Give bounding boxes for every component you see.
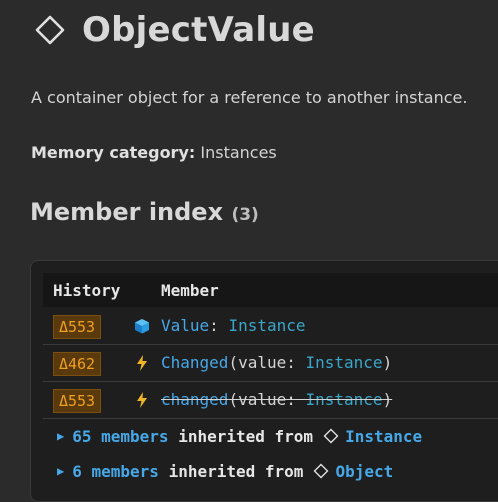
table-header: History Member [43,273,498,307]
event-lightning-icon [137,392,147,408]
class-diamond-icon [35,15,65,45]
member-separator: : [209,316,229,335]
member-index-panel: History Member Δ553 Value: Instance Δ462… [30,260,498,502]
class-diamond-icon [313,463,329,479]
member-index-label: Member index [30,198,224,226]
column-member[interactable]: Member [161,281,219,300]
expand-triangle-icon: ▶ [57,464,65,478]
member-signature-deprecated: changed(value: Instance) [161,390,392,409]
memory-category-label: Memory category: [31,143,196,162]
table-row: Δ553 Value: Instance [43,308,498,345]
inherited-text: inherited from [178,426,314,446]
member-params-close: ) [382,390,393,409]
member-signature: Value: Instance [161,316,306,335]
table-row: Δ462 Changed(value: Instance) [43,345,498,382]
inherited-class-link[interactable]: Instance [345,427,422,446]
property-cube-icon [135,319,149,334]
member-name-link[interactable]: changed [161,390,228,409]
table-row: Δ553 changed(value: Instance) [43,382,498,419]
inherited-class-link[interactable]: Object [335,462,393,481]
inherited-members-toggle[interactable]: ▶ 65 members inherited from Instance [57,424,422,448]
member-count: (3) [231,205,259,225]
member-type-link[interactable]: Instance [306,353,383,372]
inherited-text: inherited from [168,461,304,481]
history-badge[interactable]: Δ553 [53,315,101,339]
member-params-open: (value: [228,353,306,372]
member-index-heading: Member index (3) [30,198,259,226]
memory-category-value: Instances [200,143,277,162]
member-type-link[interactable]: Instance [228,316,305,335]
page-title: ObjectValue [82,10,315,50]
member-name-link[interactable]: Changed [161,353,228,372]
memory-category: Memory category: Instances [31,143,277,162]
column-history[interactable]: History [53,281,120,300]
member-params-close: ) [382,353,393,372]
member-name-link[interactable]: Value [161,316,209,335]
member-params-open: (value: [228,390,306,409]
history-badge[interactable]: Δ553 [53,389,101,413]
class-diamond-icon [323,428,339,444]
class-description: A container object for a reference to an… [31,88,468,107]
member-signature: Changed(value: Instance) [161,353,392,372]
inherited-members-toggle[interactable]: ▶ 6 members inherited from Object [57,459,393,483]
page-header: ObjectValue [34,10,315,50]
history-badge[interactable]: Δ462 [53,352,101,376]
member-type-link[interactable]: Instance [306,390,383,409]
expand-triangle-icon: ▶ [57,429,65,443]
inherited-count: 6 members [72,461,159,481]
event-lightning-icon [137,355,147,371]
inherited-count: 65 members [72,426,169,446]
